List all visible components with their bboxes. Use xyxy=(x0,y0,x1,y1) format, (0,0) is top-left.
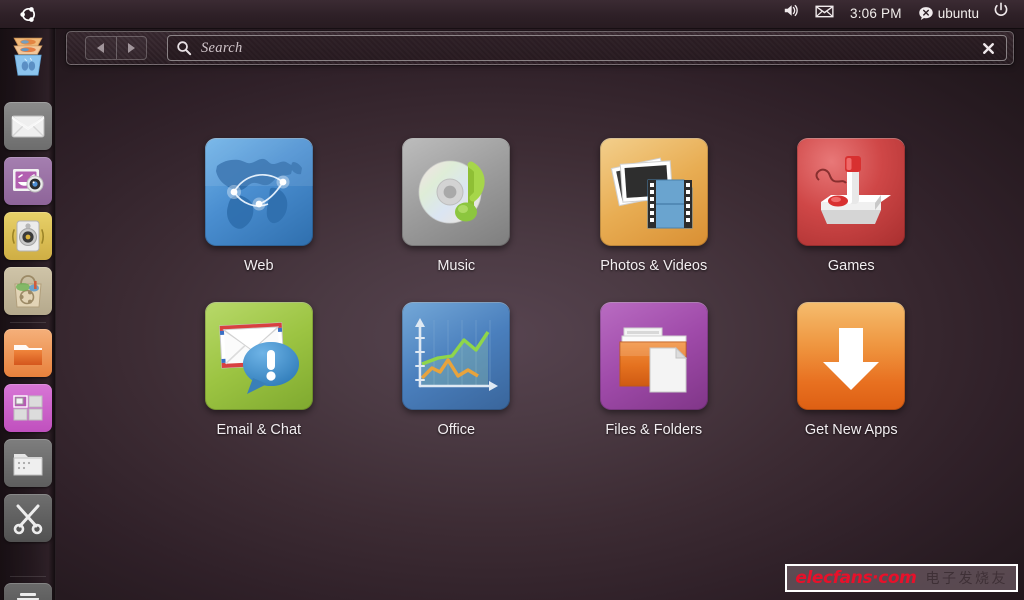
watermark-chinese: 电子发烧友 xyxy=(926,568,1009,588)
launcher-item-file-manager[interactable] xyxy=(4,329,52,377)
unity-launcher xyxy=(0,28,56,600)
folder-doc-icon xyxy=(600,302,708,410)
dash-item-label: Office xyxy=(437,422,475,438)
dash-item-files-folders[interactable]: Files & Folders xyxy=(559,302,749,438)
launcher-item-accessories[interactable] xyxy=(4,494,52,542)
chat-user-icon xyxy=(918,6,934,22)
dash-item-web[interactable]: Web xyxy=(164,138,354,274)
dash-item-label: Get New Apps xyxy=(805,422,898,438)
volume-indicator[interactable] xyxy=(776,0,808,28)
messaging-indicator[interactable] xyxy=(808,0,841,28)
dash-item-games[interactable]: Games xyxy=(756,138,946,274)
dash-item-photos-videos[interactable]: Photos & Videos xyxy=(559,138,749,274)
dash-item-label: Web xyxy=(244,258,274,274)
magnifier-icon xyxy=(176,40,192,56)
dash-item-label: Photos & Videos xyxy=(600,258,707,274)
dash-search-bar: Search xyxy=(66,31,1014,65)
download-arrow-icon xyxy=(797,302,905,410)
ubuntu-logo-icon[interactable] xyxy=(0,0,56,28)
dash-item-label: Games xyxy=(828,258,875,274)
launcher-item-rhythmbox-music[interactable] xyxy=(4,212,52,260)
launcher-item-documents-folder[interactable] xyxy=(4,439,52,487)
watermark-english: elecfans·com xyxy=(795,568,916,588)
watermark: elecfans·com 电子发烧友 xyxy=(785,564,1018,592)
top-panel: 3:06 PM ubuntu xyxy=(0,0,1024,28)
navigation-buttons xyxy=(85,36,147,60)
launcher-item-workspace-switcher[interactable] xyxy=(4,384,52,432)
launcher-item-software-center[interactable] xyxy=(4,267,52,315)
ubuntu-desktop: 3:06 PM ubuntu xyxy=(0,0,1024,600)
globe-network-icon xyxy=(205,138,313,246)
dash-item-get-new-apps[interactable]: Get New Apps xyxy=(756,302,946,438)
line-chart-icon xyxy=(402,302,510,410)
power-icon xyxy=(993,0,1009,28)
indicator-area: 3:06 PM ubuntu xyxy=(776,0,1024,28)
launcher-item-dash-home[interactable] xyxy=(4,35,52,97)
envelope-icon xyxy=(815,0,834,28)
dash-item-office[interactable]: Office xyxy=(361,302,551,438)
mail-bubble-icon xyxy=(205,302,313,410)
clock-indicator[interactable]: 3:06 PM xyxy=(841,0,911,28)
chevron-right-icon xyxy=(128,43,135,53)
forward-button[interactable] xyxy=(116,37,147,59)
session-indicator[interactable]: ubuntu xyxy=(911,0,986,28)
launcher-item-thunderbird-mail[interactable] xyxy=(4,102,52,150)
launcher-divider-bottom xyxy=(10,576,46,577)
dash-results-grid: Web xyxy=(160,138,950,438)
session-username: ubuntu xyxy=(934,0,979,28)
dash-item-music[interactable]: Music xyxy=(361,138,551,274)
cd-music-note-icon xyxy=(402,138,510,246)
chevron-left-icon xyxy=(97,43,104,53)
launcher-item-cheese-webcam[interactable] xyxy=(4,157,52,205)
power-indicator[interactable] xyxy=(986,0,1016,28)
back-button[interactable] xyxy=(86,37,116,59)
joystick-icon xyxy=(797,138,905,246)
close-x-icon[interactable] xyxy=(981,41,996,56)
speaker-icon xyxy=(783,0,801,28)
search-input[interactable]: Search xyxy=(201,40,981,57)
dash-item-label: Music xyxy=(437,258,475,274)
photo-film-icon xyxy=(600,138,708,246)
launcher-item-trash[interactable] xyxy=(4,583,52,600)
dash-item-label: Email & Chat xyxy=(216,422,301,438)
dash-item-email-chat[interactable]: Email & Chat xyxy=(164,302,354,438)
dash-item-label: Files & Folders xyxy=(605,422,702,438)
launcher-divider xyxy=(10,322,46,323)
search-field[interactable]: Search xyxy=(167,35,1007,61)
